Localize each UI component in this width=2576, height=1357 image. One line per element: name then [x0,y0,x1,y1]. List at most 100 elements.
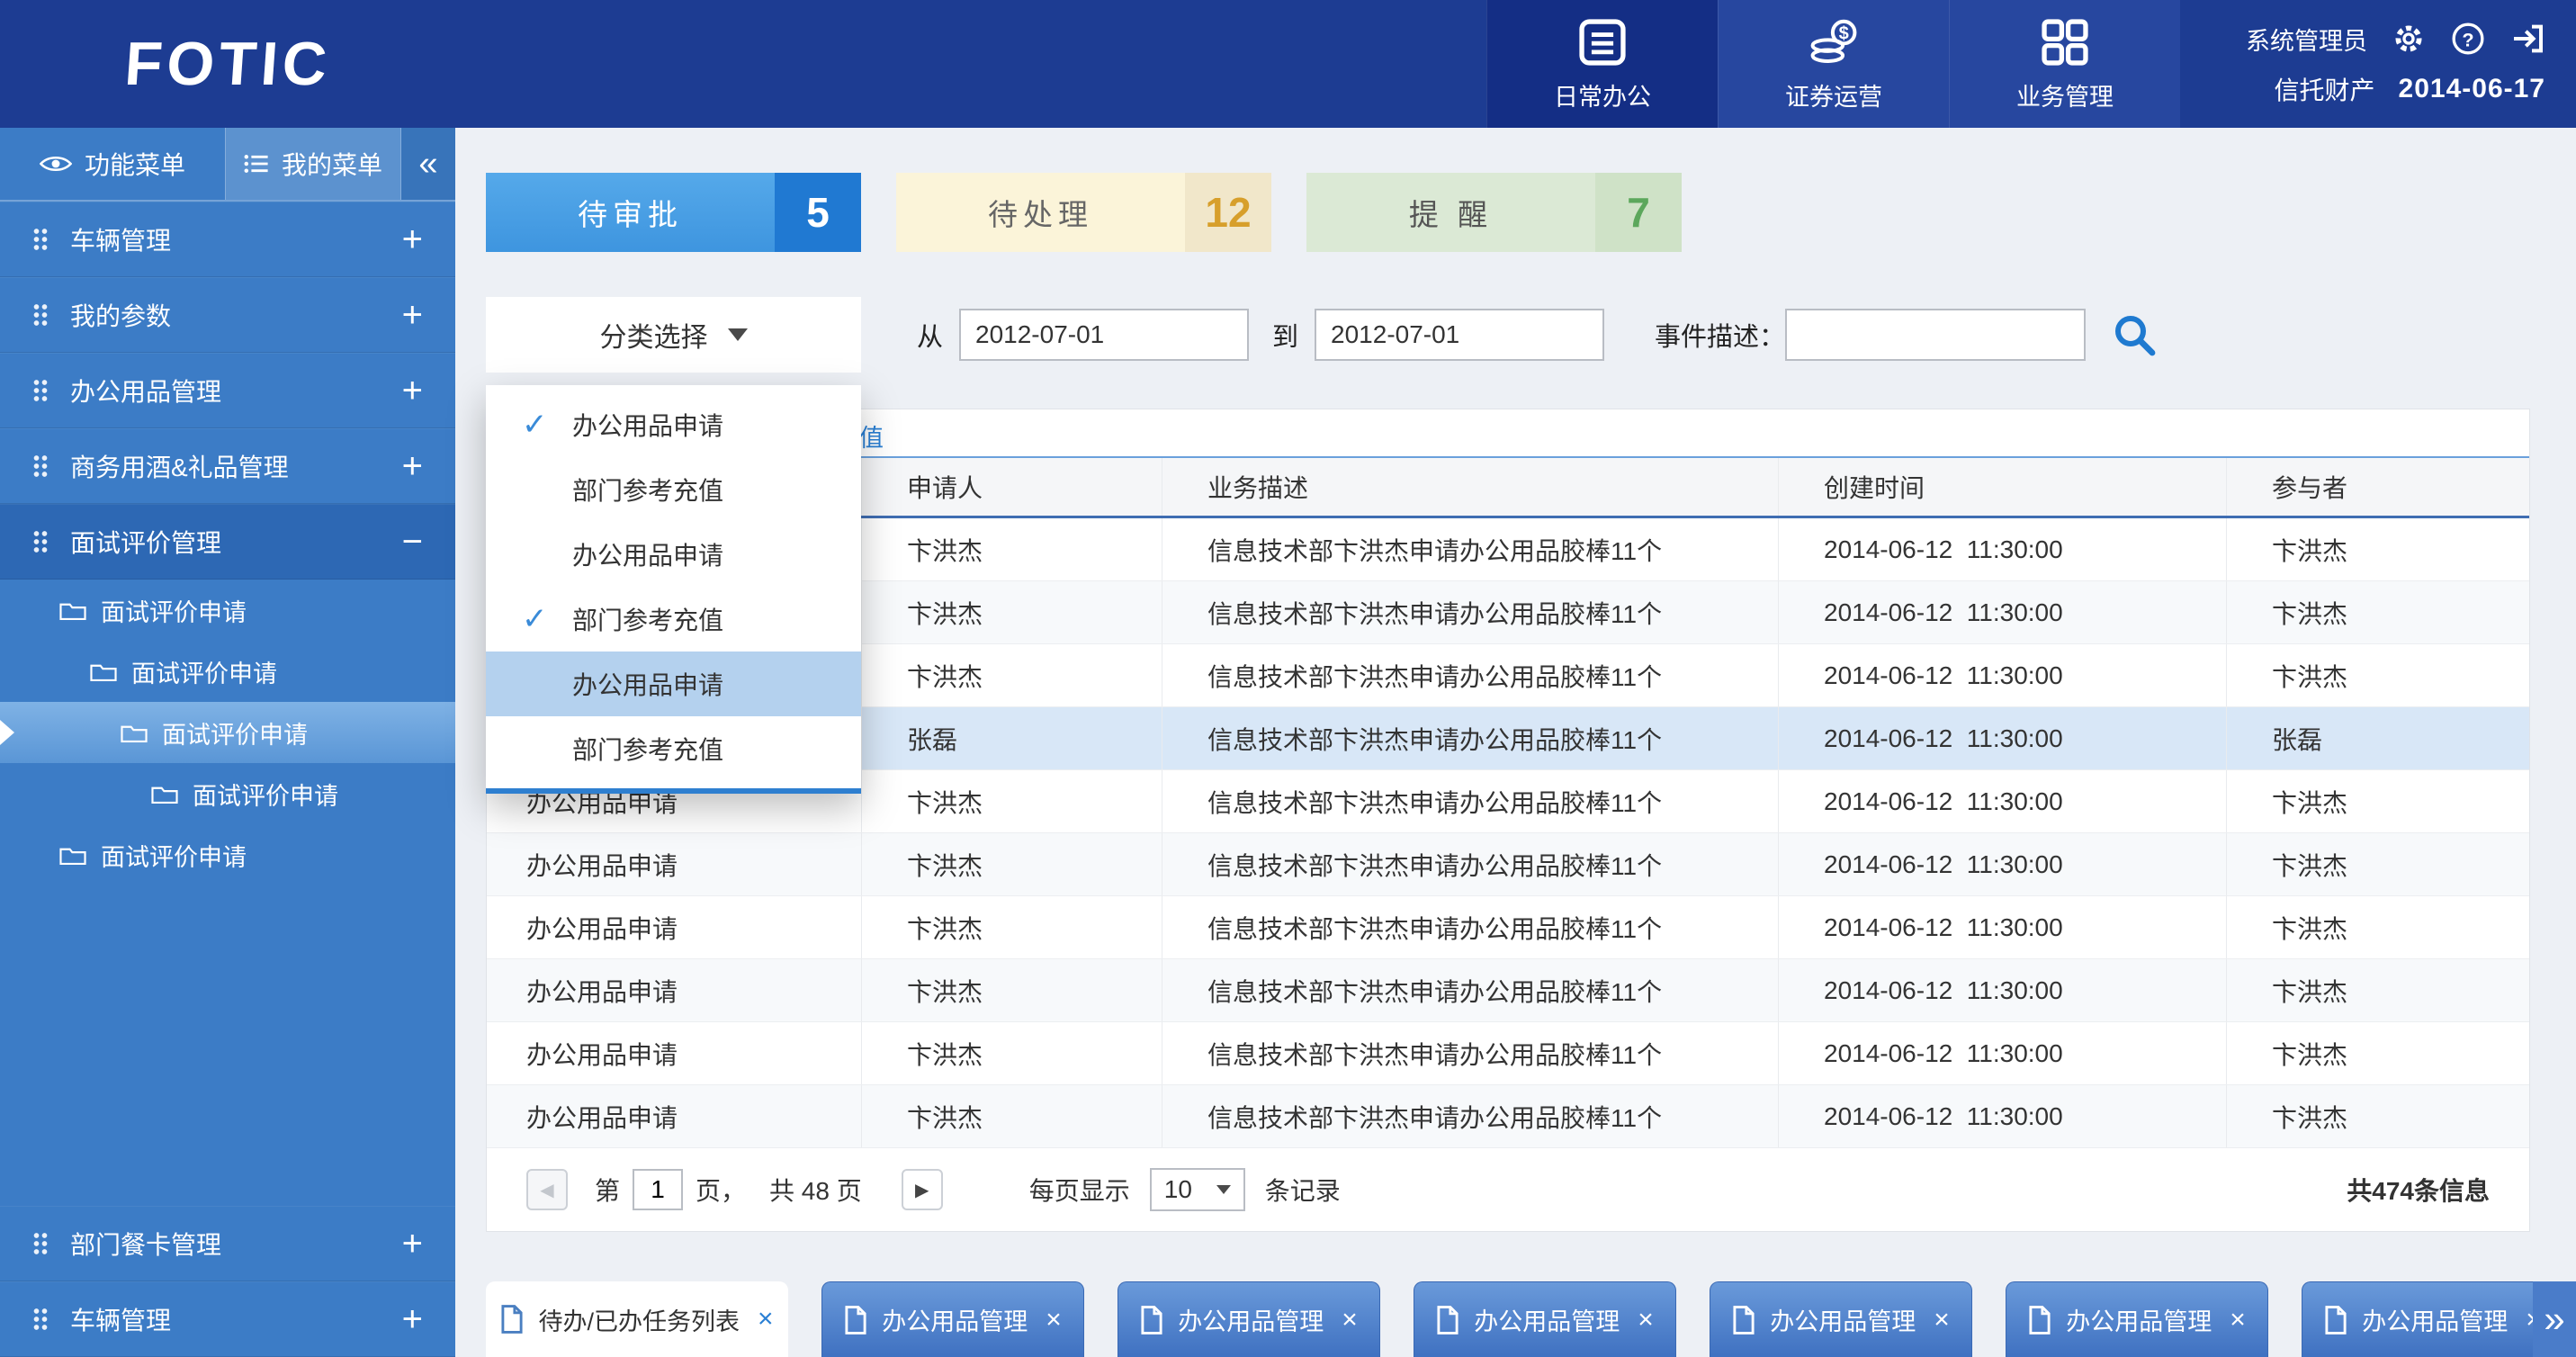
dropdown-item[interactable]: 部门参考充值 [486,457,861,522]
tab-office-supplies-mgmt[interactable]: 办公用品管理× [1710,1281,1972,1357]
tab-office-supplies-mgmt[interactable]: 办公用品管理 × [1414,1281,1676,1357]
expand-toggle-icon[interactable]: + [402,220,423,260]
tab-office-supplies-mgmt[interactable]: 办公用品管理 × [821,1281,1084,1357]
tab-office-supplies-mgmt[interactable]: 办公用品管理× [1117,1281,1380,1357]
from-date-input[interactable] [959,309,1249,361]
table-row[interactable]: 办公用品申请卞洪杰信息技术部卞洪杰申请办公用品胶棒11个2014-06-12 1… [487,833,2529,896]
card-pending-approval[interactable]: 待审批 5 [486,173,861,252]
page-number-input[interactable] [633,1169,683,1210]
to-date-input[interactable] [1315,309,1604,361]
logout-icon[interactable] [2509,21,2545,57]
category-select-trigger[interactable]: 分类选择 [486,297,861,373]
next-page-button[interactable]: ▶ [902,1169,943,1210]
menu-dots-icon [32,1308,49,1331]
cell-description: 信息技术部卞洪杰申请办公用品胶棒11个 [1162,896,1779,958]
expand-toggle-icon[interactable]: + [402,371,423,411]
total-pages-label: 共 48 页 [769,1172,862,1208]
dropdown-item[interactable]: 办公用品申请 [486,522,861,587]
sidebar-item[interactable]: 部门餐卡管理+ [0,1206,455,1281]
close-icon[interactable]: × [1342,1307,1358,1334]
close-icon[interactable]: × [1046,1307,1062,1334]
tab-my-menu[interactable]: 我的菜单 [225,128,401,200]
fotic-logo: FOTIC [122,29,333,99]
svg-text:$: $ [1839,23,1849,43]
tree-item[interactable]: 面试评价申请 [0,580,455,641]
cell-created-time: 2014-06-12 11:30:00 [1779,581,2227,643]
sidebar-collapse-button[interactable]: « [401,128,455,200]
to-label: 到 [1272,316,1298,354]
expand-toggle-icon[interactable]: + [402,295,423,336]
cell-type: 办公用品申请 [487,1085,862,1147]
help-icon[interactable]: ? [2450,21,2486,57]
close-icon[interactable]: × [1934,1307,1950,1334]
expand-toggle-icon[interactable]: − [402,522,423,562]
tree-item[interactable]: 面试评价申请 [0,824,455,885]
nav-tab-securities[interactable]: $ 证券运营 [1718,0,1949,128]
cell-created-time: 2014-06-12 11:30:00 [1779,644,2227,706]
dropdown-item[interactable]: 部门参考充值 [486,716,861,781]
tab-my-menu-label: 我的菜单 [282,146,382,182]
prev-page-button[interactable]: ◀ [526,1169,568,1210]
dropdown-item-label: 办公用品申请 [572,666,723,702]
pagination-bar: ◀ 第 页， 共 48 页 ▶ 每页显示 10 条记录 共474条信息 [487,1148,2529,1231]
cell-applicant: 卞洪杰 [862,518,1162,580]
check-icon: ✓ [522,407,548,443]
sidebar-item[interactable]: 面试评价管理− [0,504,455,580]
per-page-select[interactable]: 10 [1150,1168,1245,1211]
tab-office-supplies-mgmt[interactable]: 办公用品管理× [2302,1281,2564,1357]
expand-toggle-icon[interactable]: + [402,446,423,487]
dropdown-item[interactable]: ✓办公用品申请 [486,392,861,457]
menu-dots-icon [32,530,49,553]
sidebar-item[interactable]: 车辆管理+ [0,1281,455,1357]
nav-tab-business-mgmt[interactable]: 业务管理 [1949,0,2180,128]
partially-hidden-link[interactable]: 值 [859,418,884,454]
top-header: FOTIC 日常办公 $ 证券运营 业务管理 [0,0,2576,128]
close-icon[interactable]: × [758,1306,774,1333]
user-role: 系统管理员 [2246,22,2367,57]
tree-item[interactable]: 面试评价申请 [0,763,455,824]
close-icon[interactable]: × [1638,1307,1654,1334]
tree-item-label: 面试评价申请 [101,838,247,873]
sidebar-item[interactable]: 车辆管理+ [0,202,455,277]
sidebar-item[interactable]: 办公用品管理+ [0,353,455,428]
card-count-badge: 7 [1595,173,1682,252]
sidebar-item-label: 办公用品管理 [70,373,402,409]
close-icon[interactable]: × [2230,1307,2246,1334]
tab-label: 办公用品管理 [882,1302,1028,1337]
sidebar-item[interactable]: 我的参数+ [0,277,455,353]
search-icon[interactable] [2113,313,2156,356]
more-tabs-button[interactable]: » [2533,1281,2576,1357]
sidebar-item-label: 我的参数 [70,297,402,333]
logo-container: FOTIC [0,0,455,128]
dropdown-item[interactable]: ✓部门参考充值 [486,587,861,652]
cell-created-time: 2014-06-12 11:30:00 [1779,707,2227,769]
dropdown-item[interactable]: 办公用品申请 [486,652,861,716]
cell-created-time: 2014-06-12 11:30:00 [1779,770,2227,832]
cell-participant: 卞洪杰 [2227,1085,2529,1147]
tree-item-label: 面试评价申请 [131,654,277,689]
tree-item[interactable]: 面试评价申请 [0,641,455,702]
tab-function-menu[interactable]: 功能菜单 [0,128,225,200]
tab-office-supplies-mgmt[interactable]: 办公用品管理× [2006,1281,2268,1357]
tree-item[interactable]: 面试评价申请 [0,702,455,763]
table-row[interactable]: 办公用品申请卞洪杰信息技术部卞洪杰申请办公用品胶棒11个2014-06-12 1… [487,1085,2529,1148]
expand-toggle-icon[interactable]: + [402,1299,423,1340]
table-row[interactable]: 办公用品申请卞洪杰信息技术部卞洪杰申请办公用品胶棒11个2014-06-12 1… [487,959,2529,1022]
nav-tab-label: 业务管理 [2016,77,2114,112]
total-records-label: 共474条信息 [2347,1172,2490,1208]
settings-gear-icon[interactable] [2391,21,2427,57]
document-icon [2324,1306,2347,1335]
table-row[interactable]: 办公用品申请卞洪杰信息技术部卞洪杰申请办公用品胶棒11个2014-06-12 1… [487,1022,2529,1085]
card-reminders[interactable]: 提 醒 7 [1306,173,1682,252]
cell-description: 信息技术部卞洪杰申请办公用品胶棒11个 [1162,833,1779,895]
sidebar-item[interactable]: 商务用酒&礼品管理+ [0,428,455,504]
cell-participant: 卞洪杰 [2227,770,2529,832]
tab-todo-task-list[interactable]: 待办/已办任务列表× [486,1281,788,1357]
nav-tab-daily-office[interactable]: 日常办公 [1486,0,1718,128]
card-pending-process[interactable]: 待处理 12 [896,173,1271,252]
cell-description: 信息技术部卞洪杰申请办公用品胶棒11个 [1162,770,1779,832]
event-desc-input[interactable] [1785,309,2086,361]
tab-label: 办公用品管理 [1474,1302,1620,1337]
table-row[interactable]: 办公用品申请卞洪杰信息技术部卞洪杰申请办公用品胶棒11个2014-06-12 1… [487,896,2529,959]
expand-toggle-icon[interactable]: + [402,1224,423,1264]
